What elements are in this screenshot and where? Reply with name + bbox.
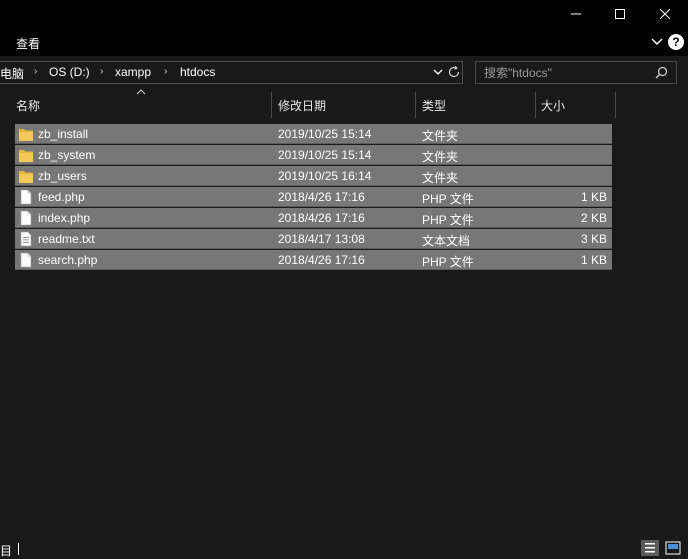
file-name: feed.php	[38, 190, 85, 204]
file-row[interactable]: zb_install 2019/10/25 15:14 文件夹	[15, 124, 612, 144]
breadcrumb-separator[interactable]: ›	[164, 66, 167, 77]
status-divider	[18, 543, 19, 555]
refresh-icon[interactable]	[447, 65, 461, 79]
file-row[interactable]: zb_system 2019/10/25 15:14 文件夹	[15, 145, 612, 165]
file-name: zb_install	[38, 127, 89, 141]
address-history-chevron-icon[interactable]	[432, 66, 444, 78]
breadcrumb-htdocs[interactable]: htdocs	[180, 65, 215, 79]
text-file-icon	[20, 231, 32, 247]
file-modified: 2019/10/25 15:14	[278, 148, 372, 162]
column-header-row: 名称 修改日期 类型 大小	[0, 92, 688, 118]
file-name: readme.txt	[38, 232, 95, 246]
search-input[interactable]	[484, 65, 654, 80]
file-name: zb_users	[38, 169, 87, 183]
file-modified: 2019/10/25 15:14	[278, 127, 372, 141]
file-type: 文件夹	[422, 171, 459, 185]
file-size: 1 KB	[580, 190, 607, 204]
column-header-name[interactable]: 名称	[16, 97, 40, 114]
file-size: 2 KB	[580, 211, 607, 225]
column-divider[interactable]	[535, 92, 536, 118]
column-divider[interactable]	[415, 92, 416, 118]
file-row[interactable]: search.php 2018/4/26 17:16 PHP 文件 1 KB	[15, 250, 612, 270]
maximize-icon	[615, 9, 625, 19]
file-modified: 2018/4/26 17:16	[278, 253, 365, 267]
file-modified: 2018/4/26 17:16	[278, 211, 365, 225]
minimize-icon	[571, 13, 581, 15]
status-bar	[0, 537, 688, 559]
breadcrumb-drive[interactable]: OS (D:)	[49, 65, 90, 79]
file-icon	[20, 252, 32, 268]
breadcrumb-separator[interactable]: ›	[34, 66, 37, 77]
folder-icon	[19, 129, 33, 141]
column-header-size[interactable]: 大小	[541, 97, 565, 114]
file-modified: 2018/4/17 13:08	[278, 232, 365, 246]
search-icon[interactable]	[655, 66, 668, 79]
file-modified: 2018/4/26 17:16	[278, 190, 365, 204]
breadcrumb-separator[interactable]: ›	[100, 66, 103, 77]
file-size: 1 KB	[580, 253, 607, 267]
status-text: 目	[0, 544, 13, 558]
file-type: PHP 文件	[422, 255, 474, 269]
column-divider[interactable]	[271, 92, 272, 118]
column-divider[interactable]	[615, 92, 616, 118]
file-icon	[20, 210, 32, 226]
close-icon	[660, 9, 670, 19]
breadcrumb-xampp[interactable]: xampp	[115, 65, 151, 79]
folder-icon	[19, 171, 33, 183]
file-icon	[20, 189, 32, 205]
close-button[interactable]	[642, 0, 688, 28]
file-name: index.php	[38, 211, 91, 225]
ribbon: 查看	[0, 28, 688, 56]
folder-icon	[19, 150, 33, 162]
minimize-button[interactable]	[553, 0, 599, 28]
column-header-type[interactable]: 类型	[422, 97, 446, 114]
details-view-icon[interactable]	[641, 540, 659, 556]
file-type: PHP 文件	[422, 192, 474, 206]
file-type: 文件夹	[422, 129, 459, 143]
file-modified: 2019/10/25 16:14	[278, 169, 372, 183]
file-row[interactable]: feed.php 2018/4/26 17:16 PHP 文件 1 KB	[15, 187, 612, 207]
help-button[interactable]: ?	[668, 34, 684, 50]
search-box[interactable]	[475, 61, 677, 84]
file-row[interactable]: zb_users 2019/10/25 16:14 文件夹	[15, 166, 612, 186]
file-type: 文件夹	[422, 150, 459, 164]
tab-view[interactable]: 查看	[16, 35, 40, 52]
file-type: PHP 文件	[422, 213, 474, 227]
file-row[interactable]: index.php 2018/4/26 17:16 PHP 文件 2 KB	[15, 208, 612, 228]
large-icons-view-icon[interactable]	[664, 540, 682, 556]
breadcrumb-computer[interactable]: 电脑	[0, 65, 24, 82]
column-header-modified[interactable]: 修改日期	[278, 97, 326, 114]
maximize-button[interactable]	[597, 0, 643, 28]
file-size: 3 KB	[580, 232, 607, 246]
file-name: search.php	[38, 253, 98, 267]
file-type: 文本文档	[422, 234, 471, 248]
file-name: zb_system	[38, 148, 96, 162]
chevron-down-icon[interactable]	[649, 35, 665, 49]
file-row[interactable]: readme.txt 2018/4/17 13:08 文本文档 3 KB	[15, 229, 612, 249]
